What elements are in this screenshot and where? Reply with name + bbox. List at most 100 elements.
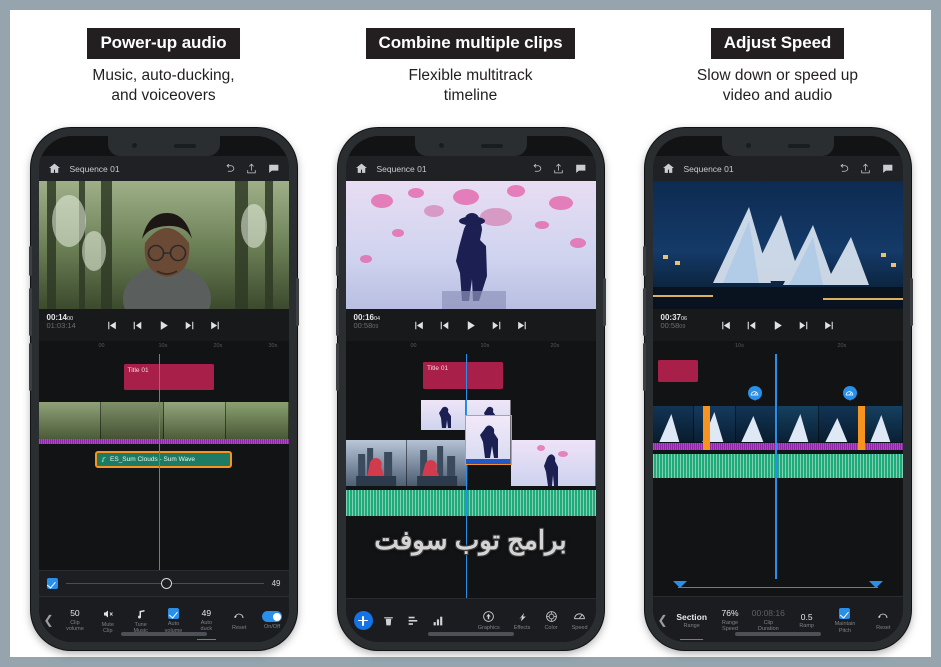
audio-levels-tool[interactable]: [432, 614, 445, 627]
comment-icon[interactable]: [574, 162, 587, 175]
tool-label: Ramp: [799, 623, 814, 630]
volume-up-button[interactable]: [28, 288, 32, 336]
trim-handle-right[interactable]: [857, 406, 865, 450]
sequence-name[interactable]: Sequence 01: [70, 164, 214, 174]
volume-down-button[interactable]: [335, 343, 339, 391]
tool-label: Clip Duration: [757, 619, 779, 633]
comment-icon[interactable]: [267, 162, 280, 175]
undo-icon[interactable]: [530, 162, 543, 175]
playhead[interactable]: [775, 354, 777, 579]
video-clip-city[interactable]: [345, 440, 468, 486]
ruler-tick: 20s: [837, 343, 847, 349]
play-icon[interactable]: [157, 319, 170, 332]
maintain-pitch-tool[interactable]: Maintain Pitch: [826, 597, 864, 642]
clip-audio-waveform: [465, 459, 510, 464]
speed-range-bar[interactable]: [652, 579, 903, 596]
color-tool[interactable]: Color: [544, 610, 558, 631]
timeline-1[interactable]: Title 01 ES_Sum Clouds - Sum Wave: [38, 354, 289, 570]
audio-clip-label: ES_Sum Clouds - Sum Wave: [110, 456, 196, 463]
home-icon[interactable]: [48, 162, 61, 175]
layers-tool[interactable]: [407, 614, 420, 627]
tool-label: Range Speed: [721, 619, 739, 633]
speed-marker-end[interactable]: [842, 386, 857, 401]
chevron-left-icon[interactable]: ❮: [39, 597, 59, 642]
share-icon[interactable]: [552, 162, 565, 175]
home-icon[interactable]: [662, 162, 675, 175]
speed-marker-start[interactable]: [747, 386, 762, 401]
video-clip-track[interactable]: [652, 406, 903, 450]
speed-tool[interactable]: Speed: [572, 610, 588, 631]
step-back-icon[interactable]: [438, 319, 451, 332]
step-back-icon[interactable]: [131, 319, 144, 332]
play-icon[interactable]: [464, 319, 477, 332]
step-back-icon[interactable]: [745, 319, 758, 332]
video-clip[interactable]: [38, 402, 289, 444]
range-handle-left[interactable]: [672, 581, 687, 588]
tool-label: Maintain Pitch: [834, 621, 856, 634]
step-forward-icon[interactable]: [183, 319, 196, 332]
title-clip[interactable]: Title 01: [423, 362, 503, 389]
share-icon[interactable]: [245, 162, 258, 175]
audio-track[interactable]: [652, 454, 903, 478]
undo-icon[interactable]: [837, 162, 850, 175]
range-handle-right[interactable]: [868, 581, 883, 588]
video-preview-3[interactable]: [652, 181, 903, 309]
comment-icon[interactable]: [881, 162, 894, 175]
reset-tool[interactable]: Reset: [864, 597, 902, 642]
video-preview-1[interactable]: [38, 181, 289, 309]
clip-volume-tool[interactable]: 50 Clip volume: [59, 597, 92, 642]
title-clip-small[interactable]: [657, 360, 698, 382]
timeline-ruler-3[interactable]: 10s 20s: [652, 341, 903, 354]
earpiece-speaker: [787, 144, 810, 148]
add-clip-button[interactable]: [353, 611, 373, 630]
sequence-name[interactable]: Sequence 01: [377, 164, 521, 174]
timeline-3[interactable]: [652, 354, 903, 579]
step-forward-icon[interactable]: [490, 319, 503, 332]
skip-to-end-icon[interactable]: [516, 319, 529, 332]
playhead[interactable]: [465, 354, 467, 598]
share-icon[interactable]: [859, 162, 872, 175]
timeline-2[interactable]: Title 01: [345, 354, 596, 598]
audio-clip[interactable]: ES_Sum Clouds - Sum Wave: [95, 451, 232, 468]
range-tool[interactable]: Section Range: [673, 597, 711, 642]
volume-down-button[interactable]: [28, 343, 32, 391]
step-forward-icon[interactable]: [797, 319, 810, 332]
selected-video-clip[interactable]: [464, 415, 512, 465]
audio-track[interactable]: [345, 490, 596, 516]
video-preview-2[interactable]: [345, 181, 596, 309]
volume-up-button[interactable]: [642, 288, 646, 336]
reset-tool[interactable]: Reset: [223, 597, 256, 642]
maintain-pitch-checkbox[interactable]: [839, 608, 851, 620]
mute-clip-tool[interactable]: Mute Clip: [91, 597, 124, 642]
home-icon[interactable]: [355, 162, 368, 175]
graphics-tool[interactable]: Graphics: [478, 610, 500, 631]
chevron-left-icon[interactable]: ❮: [653, 597, 673, 642]
timeline-ruler-2[interactable]: 00 10s 20s: [345, 341, 596, 354]
auto-volume-checkbox[interactable]: [168, 608, 179, 620]
trim-handle-left[interactable]: [702, 406, 710, 450]
toggle-switch[interactable]: [262, 611, 283, 623]
volume-up-button[interactable]: [335, 288, 339, 336]
on-off-toggle[interactable]: On/Off: [256, 597, 289, 642]
playhead[interactable]: [158, 354, 160, 570]
timeline-ruler-1[interactable]: 00 10s 20s 30s: [38, 341, 289, 354]
auto-duck-enable-checkbox[interactable]: [46, 578, 58, 589]
auto-duck-slider[interactable]: [65, 578, 264, 589]
skip-to-start-icon[interactable]: [719, 319, 732, 332]
delete-tool[interactable]: [382, 614, 395, 627]
volume-down-button[interactable]: [642, 343, 646, 391]
sequence-name[interactable]: Sequence 01: [684, 164, 828, 174]
skip-to-end-icon[interactable]: [209, 319, 222, 332]
tool-label: Color: [544, 625, 558, 631]
panel-adjust-speed: Adjust Speed Slow down or speed up video…: [624, 10, 931, 657]
effects-tool[interactable]: Effects: [514, 610, 530, 631]
title-clip[interactable]: Title 01: [123, 364, 214, 390]
skip-to-end-icon[interactable]: [823, 319, 836, 332]
play-icon[interactable]: [771, 319, 784, 332]
phone-notch: [721, 136, 834, 156]
undo-icon[interactable]: [223, 162, 236, 175]
video-clip-purple[interactable]: [510, 440, 596, 486]
skip-to-start-icon[interactable]: [412, 319, 425, 332]
skip-to-start-icon[interactable]: [105, 319, 118, 332]
slider-knob[interactable]: [160, 578, 172, 589]
